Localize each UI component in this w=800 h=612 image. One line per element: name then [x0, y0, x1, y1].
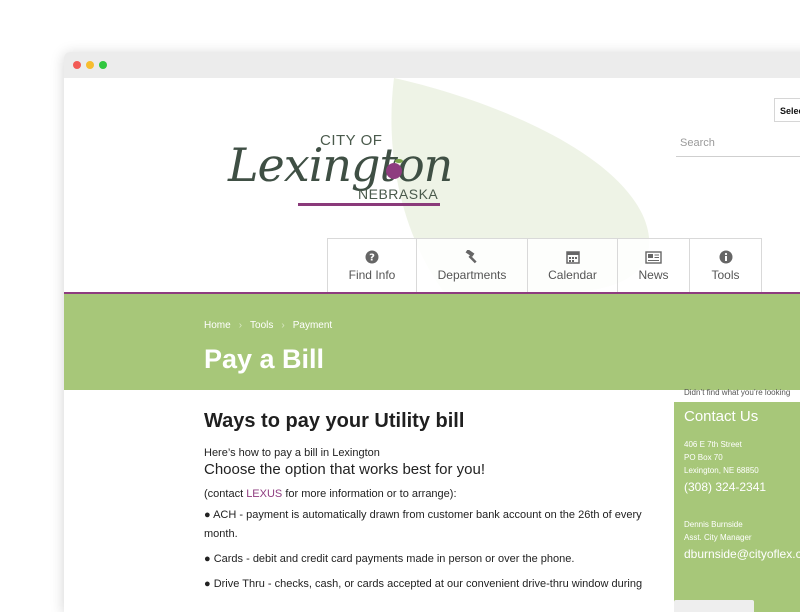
nav-find-info[interactable]: ? Find Info	[327, 238, 417, 292]
language-select[interactable]: Selec	[774, 98, 800, 122]
nav-calendar[interactable]: Calendar	[527, 238, 618, 292]
apple-icon	[386, 158, 403, 179]
breadcrumb-payment[interactable]: Payment	[293, 320, 332, 331]
contact-role: Asst. City Manager	[684, 533, 752, 542]
gavel-icon	[464, 249, 480, 265]
address-line: 406 E 7th Street	[684, 440, 742, 449]
contact-phone[interactable]: (308) 324-2341	[684, 480, 766, 494]
minimize-window-button[interactable]	[86, 61, 94, 69]
sidebar-note: Didn’t find what you’re looking	[684, 388, 791, 397]
page-banner: Home › Tools › Payment Pay a Bill	[64, 294, 800, 390]
bullet-cards: ● Cards - debit and credit card payments…	[204, 553, 575, 565]
browser-window: CITY OF Lexington NEBRASKA Selec ? Find …	[64, 52, 800, 612]
section-heading: Ways to pay your Utility bill	[204, 410, 465, 432]
city-logo[interactable]: CITY OF Lexington NEBRASKA	[224, 108, 454, 208]
contact-suffix: for more information or to arrange):	[282, 488, 457, 500]
breadcrumb-separator: ›	[281, 320, 285, 331]
breadcrumb: Home › Tools › Payment	[204, 320, 332, 331]
intro-text: Here’s how to pay a bill in Lexington	[204, 447, 380, 459]
calendar-icon	[565, 249, 580, 265]
logo-city-name: Lexington	[228, 138, 453, 192]
contact-prefix: (contact	[204, 488, 247, 500]
info-circle-icon	[719, 249, 733, 265]
address-line: Lexington, NE 68850	[684, 466, 759, 475]
nav-label: Departments	[437, 268, 507, 282]
main-content: Ways to pay your Utility bill Here’s how…	[204, 390, 644, 600]
contact-line: (contact LEXUS for more information or t…	[204, 488, 644, 500]
logo-state: NEBRASKA	[358, 186, 439, 202]
nav-label: Find Info	[348, 268, 396, 282]
nav-label: Tools	[711, 268, 740, 282]
site-header: CITY OF Lexington NEBRASKA Selec ? Find …	[64, 78, 800, 292]
bullet-drive-thru: ● Drive Thru - checks, cash, or cards ac…	[204, 578, 643, 590]
contact-person: Dennis Burnside	[684, 520, 743, 529]
breadcrumb-home[interactable]: Home	[204, 320, 231, 331]
bullet-ach: ● ACH - payment is automatically drawn f…	[204, 509, 642, 540]
contact-email[interactable]: dburnside@cityoflex.com	[684, 547, 800, 561]
nav-news[interactable]: News	[617, 238, 690, 292]
breadcrumb-tools[interactable]: Tools	[250, 320, 273, 331]
main-nav: ? Find Info Departments Calendar News To…	[327, 238, 762, 292]
website: CITY OF Lexington NEBRASKA Selec ? Find …	[64, 78, 800, 612]
search-input[interactable]	[676, 130, 800, 157]
address-line: PO Box 70	[684, 453, 723, 462]
window-titlebar	[64, 52, 800, 79]
svg-text:?: ?	[369, 253, 375, 264]
contact-title: Contact Us	[684, 408, 759, 425]
maximize-window-button[interactable]	[99, 61, 107, 69]
contact-sidebar: Contact Us 406 E 7th Street PO Box 70 Le…	[674, 402, 800, 612]
sidebar-tab[interactable]	[674, 600, 754, 612]
logo-underline	[298, 203, 440, 206]
nav-label: Calendar	[548, 268, 597, 282]
breadcrumb-separator: ›	[238, 320, 243, 331]
nav-label: News	[638, 268, 669, 282]
lexus-link[interactable]: LEXUS	[246, 488, 282, 500]
nav-departments[interactable]: Departments	[416, 238, 528, 292]
newspaper-icon	[645, 249, 662, 265]
page-title: Pay a Bill	[204, 344, 325, 374]
lead-text: Choose the option that works best for yo…	[204, 461, 485, 478]
question-circle-icon: ?	[365, 249, 379, 265]
nav-tools[interactable]: Tools	[689, 238, 762, 292]
close-window-button[interactable]	[73, 61, 81, 69]
